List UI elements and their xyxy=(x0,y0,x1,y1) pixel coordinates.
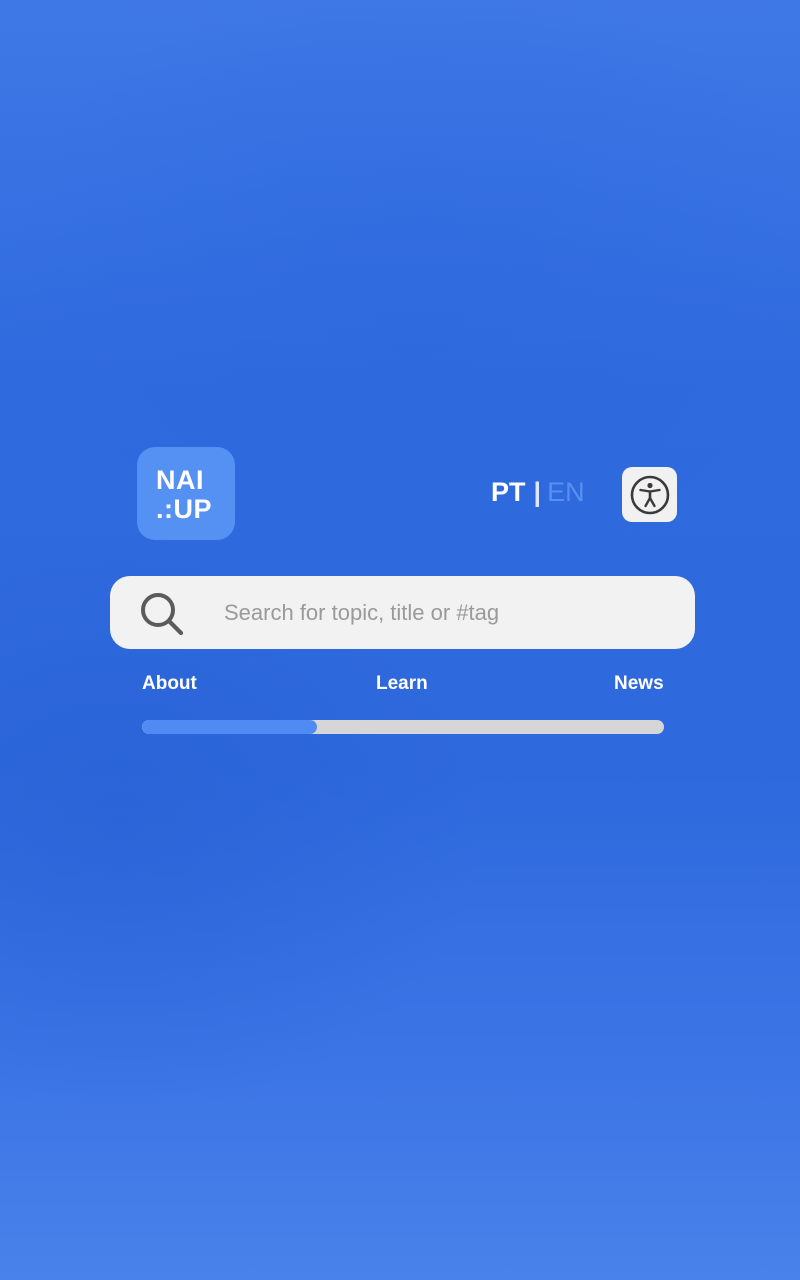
language-pt[interactable]: PT xyxy=(491,477,526,508)
app-logo[interactable]: NAI .:UP xyxy=(137,447,235,540)
language-separator: | xyxy=(533,476,542,507)
progress-bar xyxy=(142,720,664,734)
search-bar[interactable] xyxy=(110,576,695,649)
language-en[interactable]: EN xyxy=(547,477,585,508)
logo-line-2: .:UP xyxy=(156,494,212,524)
search-icon[interactable] xyxy=(138,590,186,638)
logo-line-1: NAI xyxy=(156,465,204,495)
search-input[interactable] xyxy=(224,576,664,649)
language-switcher: PT | EN xyxy=(491,474,585,510)
nav-news[interactable]: News xyxy=(614,673,664,695)
progress-fill xyxy=(142,720,317,734)
nav-about[interactable]: About xyxy=(142,673,197,695)
nav-learn[interactable]: Learn xyxy=(376,673,428,695)
accessibility-icon xyxy=(630,475,669,514)
accessibility-button[interactable] xyxy=(622,467,677,522)
